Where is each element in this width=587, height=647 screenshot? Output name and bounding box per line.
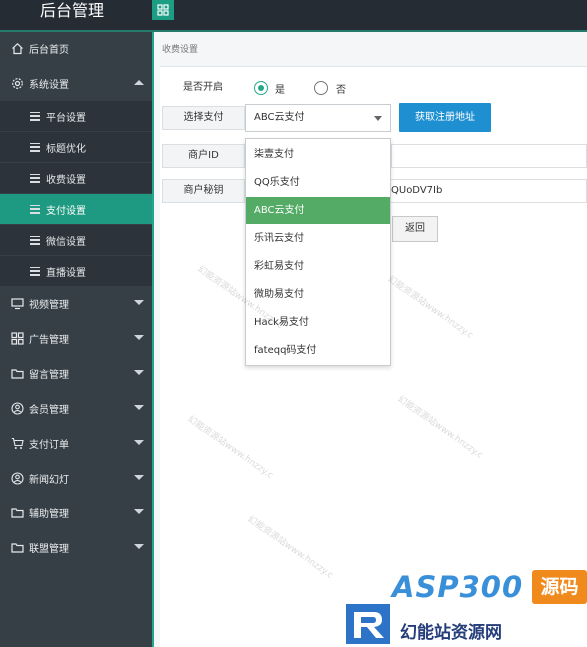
logo-tag: 源码 (532, 570, 587, 604)
sidebar-subitem-payment[interactable]: 支付设置 (0, 194, 152, 224)
folder-icon (11, 367, 24, 380)
top-bar: 后台管理 (0, 0, 587, 32)
sidebar-subitem-live[interactable]: 直播设置 (0, 256, 152, 286)
folder-icon (11, 506, 24, 519)
sidebar-item-label: 辅助管理 (29, 508, 69, 520)
enable-label: 是否开启 (183, 82, 223, 93)
dropdown-option[interactable]: 微助易支付 (246, 281, 390, 308)
dropdown-option[interactable]: 彩虹易支付 (246, 253, 390, 280)
sidebar-subitem-label: 直播设置 (46, 267, 86, 279)
user-icon (11, 471, 24, 485)
sidebar-item-label: 后台首页 (29, 44, 69, 56)
caret-down-icon (374, 116, 382, 121)
sidebar-item-messages[interactable]: 留言管理 (0, 357, 152, 389)
gear-icon (11, 77, 24, 90)
chevron-down-icon (134, 544, 144, 549)
sidebar-item-video[interactable]: 视频管理 (0, 287, 152, 319)
sidebar-item-alliance[interactable]: 联盟管理 (0, 531, 152, 563)
get-register-url-button[interactable]: 获取注册地址 (399, 103, 491, 132)
payment-select[interactable]: ABC云支付 (245, 104, 391, 132)
merchant-id-label: 商户ID (162, 144, 245, 168)
sidebar-subitem-label: 支付设置 (46, 205, 86, 217)
monitor-icon (11, 297, 24, 310)
user-icon (11, 401, 24, 415)
list-icon (30, 142, 40, 152)
logo-main-text: ASP300 (392, 570, 524, 604)
radio-no-label: 否 (336, 85, 346, 96)
list-icon (30, 266, 40, 276)
radio-yes-label: 是 (275, 85, 285, 96)
home-icon (11, 42, 24, 55)
sidebar-item-auxiliary[interactable]: 辅助管理 (0, 496, 152, 528)
breadcrumb: 收费设置 (162, 45, 199, 55)
sidebar-item-label: 广告管理 (29, 334, 69, 346)
list-icon (30, 173, 40, 183)
merchant-key-input[interactable]: QUoDV7Ib (386, 179, 587, 203)
chevron-down-icon (134, 475, 144, 480)
payment-select-value: ABC云支付 (254, 112, 305, 123)
sidebar-subitem-label: 微信设置 (46, 236, 86, 248)
grid-icon (157, 4, 169, 16)
site-logo-watermark: ASP300 源码 幻能站资源网 (340, 568, 587, 647)
dropdown-option[interactable]: 乐讯云支付 (246, 225, 390, 252)
radio-no[interactable] (314, 81, 328, 95)
sidebar-subitem-label: 平台设置 (46, 112, 86, 124)
merchant-key-label: 商户秘钥 (162, 179, 245, 203)
list-icon (30, 111, 40, 121)
sidebar-subitem-platform[interactable]: 平台设置 (0, 101, 152, 131)
list-icon (30, 204, 40, 214)
chevron-down-icon (134, 405, 144, 410)
logo-mark-icon (346, 604, 390, 644)
sidebar-item-label: 系统设置 (29, 79, 69, 91)
content-accent-line (152, 32, 154, 647)
sidebar-item-system-settings[interactable]: 系统设置 (0, 67, 152, 99)
sidebar-item-ads[interactable]: 广告管理 (0, 322, 152, 354)
grid-icon (11, 331, 24, 345)
sidebar-subitem-fee[interactable]: 收费设置 (0, 163, 152, 193)
sidebar-item-members[interactable]: 会员管理 (0, 392, 152, 424)
sidebar-subitem-wechat[interactable]: 微信设置 (0, 225, 152, 255)
sidebar-item-label: 联盟管理 (29, 543, 69, 555)
sidebar: 后台首页 系统设置 平台设置 标题优化 收费设置 支付设置 微信设置 直播设置 … (0, 32, 152, 647)
chevron-down-icon (134, 335, 144, 340)
chevron-down-icon (134, 370, 144, 375)
sidebar-item-home[interactable]: 后台首页 (0, 32, 152, 64)
chevron-down-icon (134, 300, 144, 305)
brand-title: 后台管理 (40, 1, 105, 20)
grid-menu-button[interactable] (152, 0, 174, 20)
merchant-key-value: QUoDV7Ib (391, 185, 443, 196)
sidebar-subitem-label: 标题优化 (46, 143, 86, 155)
sidebar-item-label: 视频管理 (29, 299, 69, 311)
back-button[interactable]: 返回 (392, 216, 438, 242)
dropdown-option[interactable]: fateqq码支付 (246, 337, 390, 364)
chevron-down-icon (134, 440, 144, 445)
dropdown-option-selected[interactable]: ABC云支付 (246, 197, 390, 224)
logo-sub-text: 幻能站资源网 (400, 623, 502, 643)
sidebar-subitem-seo[interactable]: 标题优化 (0, 132, 152, 162)
sidebar-subitem-label: 收费设置 (46, 174, 86, 186)
sidebar-item-orders[interactable]: 支付订单 (0, 427, 152, 459)
list-icon (30, 235, 40, 245)
cart-icon (11, 437, 24, 450)
payment-dropdown: 柒壹支付 QQ乐支付 ABC云支付 乐讯云支付 彩虹易支付 微助易支付 Hack… (245, 138, 391, 366)
dropdown-option[interactable]: 柒壹支付 (246, 141, 390, 168)
pay-select-label: 选择支付 (162, 106, 245, 130)
merchant-id-input[interactable] (391, 144, 587, 168)
sidebar-item-label: 留言管理 (29, 369, 69, 381)
chevron-down-icon (134, 509, 144, 514)
sidebar-item-label: 会员管理 (29, 404, 69, 416)
dropdown-option[interactable]: Hack易支付 (246, 309, 390, 336)
sidebar-item-news-slides[interactable]: 新闻幻灯 (0, 462, 152, 494)
folder-icon (11, 541, 24, 554)
sidebar-item-label: 新闻幻灯 (29, 474, 69, 486)
radio-yes[interactable] (254, 81, 268, 95)
sidebar-item-label: 支付订单 (29, 439, 69, 451)
chevron-up-icon (134, 80, 144, 85)
dropdown-option[interactable]: QQ乐支付 (246, 169, 390, 196)
